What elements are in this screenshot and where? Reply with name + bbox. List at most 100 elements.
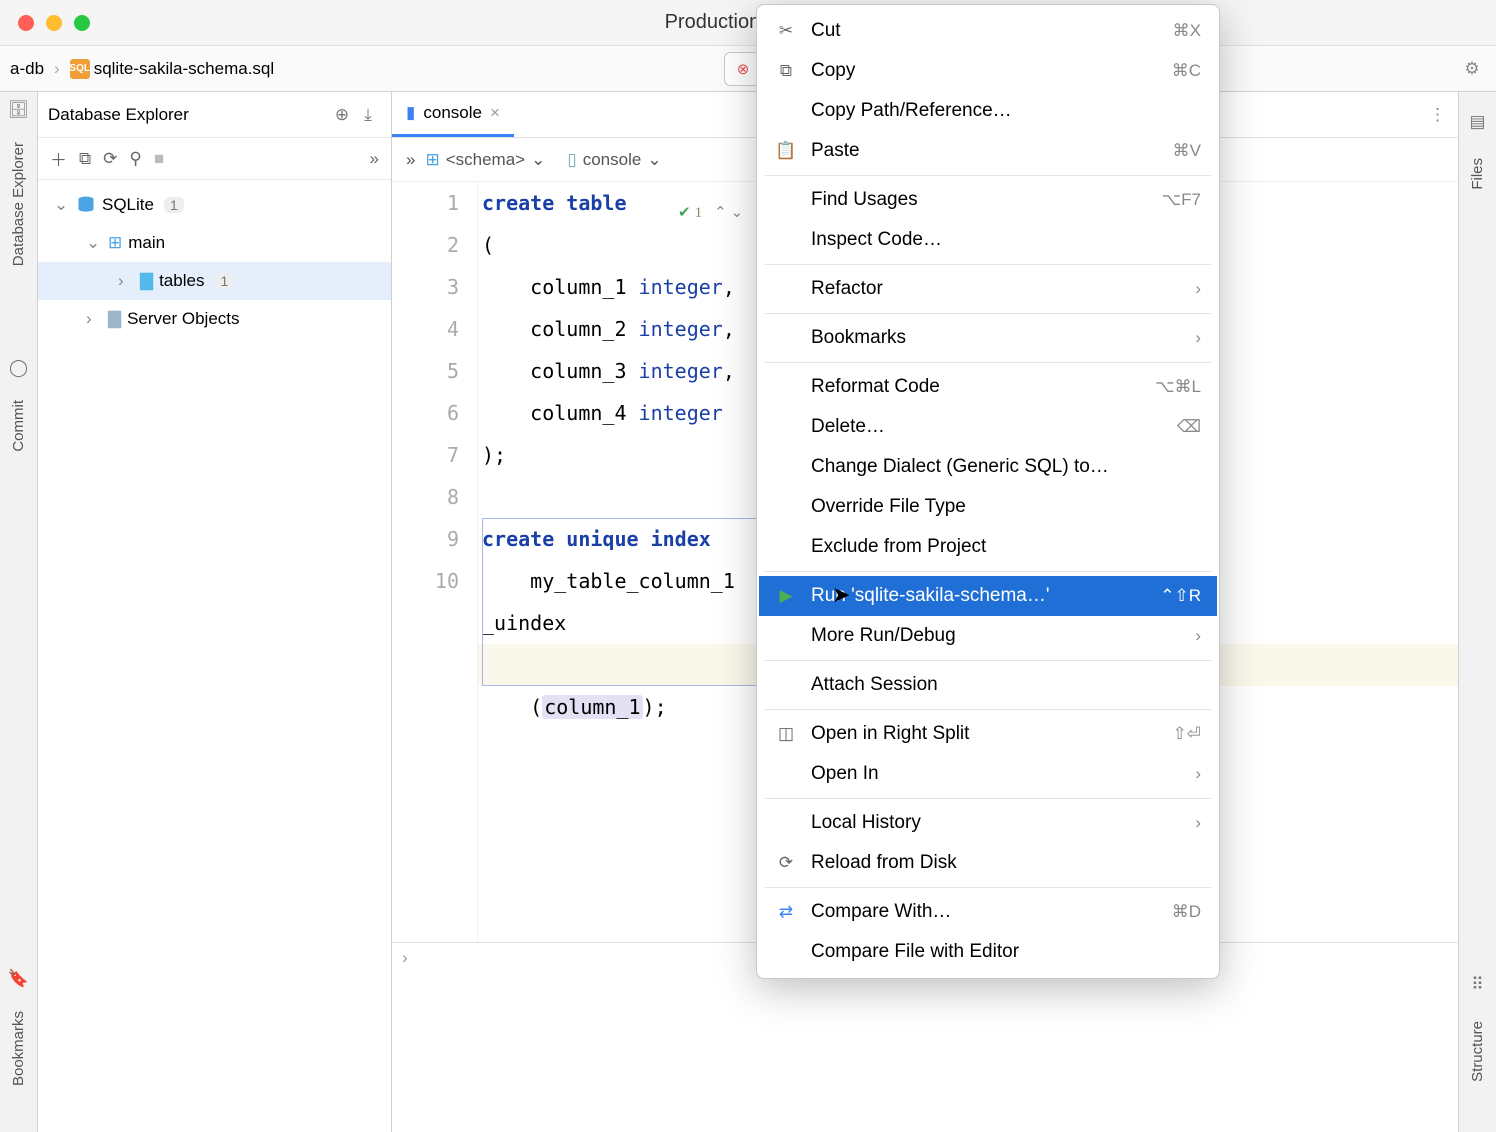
breadcrumb: a-db › SQL sqlite-sakila-schema.sql xyxy=(10,59,274,79)
database-icon[interactable]: 🗄 xyxy=(8,100,30,120)
run-icon: ▶ xyxy=(775,586,797,606)
menu-reformat[interactable]: Reformat Code⌥⌘L xyxy=(759,367,1217,407)
tab-console[interactable]: ▮ console × xyxy=(392,92,514,137)
structure-icon[interactable]: ⠿ xyxy=(1471,975,1483,995)
schema-icon: ⊞ xyxy=(108,233,122,253)
tree-schema[interactable]: ⌄ ⊞ main xyxy=(38,224,391,262)
menu-paste[interactable]: 📋Paste⌘V xyxy=(759,131,1217,171)
left-tool-rail: 🗄 Database Explorer ◯ Commit 🔖 Bookmarks xyxy=(0,92,38,1132)
chevron-right-icon: › xyxy=(1195,813,1201,833)
title-bar: Production – console xyxy=(0,0,1496,46)
chevron-right-icon: › xyxy=(118,271,134,291)
count-badge: 1 xyxy=(214,273,234,289)
schema-selector[interactable]: ⊞ <schema> ⌄ xyxy=(425,150,545,170)
cut-icon: ✂ xyxy=(775,21,797,41)
inspection-badge[interactable]: ✔1 ⌃ ⌄ xyxy=(678,192,743,234)
backspace-icon: ⌫ xyxy=(1177,417,1201,437)
chevron-right-icon: › xyxy=(86,309,102,329)
new-icon[interactable]: ＋ xyxy=(50,146,67,171)
navigation-bar: a-db › SQL sqlite-sakila-schema.sql ⊗ sq… xyxy=(0,46,1496,92)
add-icon[interactable]: ⊕ xyxy=(329,102,355,128)
right-rail-tab[interactable]: Structure xyxy=(1469,1021,1486,1082)
more-icon[interactable]: » xyxy=(370,149,379,169)
folder-icon: ▇ xyxy=(108,309,121,329)
copy-icon: ⧉ xyxy=(775,61,797,81)
reload-icon: ⟳ xyxy=(775,853,797,873)
menu-reload[interactable]: ⟳Reload from Disk xyxy=(759,843,1217,883)
menu-local-history[interactable]: Local History› xyxy=(759,803,1217,843)
sql-file-badge-icon: ⊗ xyxy=(737,60,750,78)
files-icon[interactable]: ▤ xyxy=(1469,112,1485,132)
menu-run[interactable]: ▶Run 'sqlite-sakila-schema…'⌃⇧R xyxy=(759,576,1217,616)
menu-compare-with[interactable]: ⇄Compare With…⌘D xyxy=(759,892,1217,932)
left-rail-tab[interactable]: Database Explorer xyxy=(10,142,27,266)
settings-icon[interactable]: ⚙ xyxy=(1458,59,1486,79)
more-tabs-icon[interactable]: ⋮ xyxy=(1429,105,1458,125)
close-tab-icon[interactable]: × xyxy=(490,103,500,123)
menu-open-right-split[interactable]: ◫Open in Right Split⇧⏎ xyxy=(759,714,1217,754)
tree-server-objects[interactable]: › ▇ Server Objects xyxy=(38,300,391,338)
left-rail-tab[interactable]: Bookmarks xyxy=(10,1011,27,1086)
chevron-right-icon: › xyxy=(54,59,60,79)
menu-delete[interactable]: Delete…⌫ xyxy=(759,407,1217,447)
menu-copy[interactable]: ⧉Copy⌘C xyxy=(759,51,1217,91)
menu-compare-editor[interactable]: Compare File with Editor xyxy=(759,932,1217,972)
breadcrumb-more-icon[interactable]: » xyxy=(406,150,415,170)
folder-icon: ▇ xyxy=(140,271,153,291)
commit-icon[interactable]: ◯ xyxy=(9,358,28,378)
chevron-right-icon: › xyxy=(1195,279,1201,299)
database-icon xyxy=(76,195,96,215)
chevron-down-icon: ⌄ xyxy=(647,150,661,170)
menu-more-run-debug[interactable]: More Run/Debug› xyxy=(759,616,1217,656)
right-tool-rail: ▤ Files ⠿ Structure xyxy=(1458,92,1496,1132)
maximize-window-button[interactable] xyxy=(74,15,90,31)
chevron-down-icon: ⌄ xyxy=(86,233,102,253)
menu-open-in[interactable]: Open In› xyxy=(759,754,1217,794)
chevron-right-icon[interactable]: › xyxy=(402,948,408,968)
chevron-down-icon: ⌄ xyxy=(54,195,70,215)
refresh-icon[interactable]: ⟳ xyxy=(103,149,117,169)
compare-icon: ⇄ xyxy=(775,902,797,922)
paste-icon: 📋 xyxy=(775,141,797,161)
chevron-right-icon: › xyxy=(1195,764,1201,784)
split-icon: ◫ xyxy=(775,724,797,744)
line-gutter: 123 456 789 10 xyxy=(392,182,478,942)
menu-exclude[interactable]: Exclude from Project xyxy=(759,527,1217,567)
close-window-button[interactable] xyxy=(18,15,34,31)
bookmark-icon[interactable]: 🔖 xyxy=(8,969,29,989)
chevron-right-icon: › xyxy=(1195,626,1201,646)
schema-icon: ⊞ xyxy=(425,150,439,170)
db-toolbar: ＋ ⧉ ⟳ ⚲ ■ » xyxy=(38,138,391,180)
menu-cut[interactable]: ✂Cut⌘X xyxy=(759,11,1217,51)
right-rail-tab[interactable]: Files xyxy=(1469,158,1486,190)
menu-refactor[interactable]: Refactor› xyxy=(759,269,1217,309)
count-badge: 1 xyxy=(164,197,184,213)
session-selector[interactable]: ▯ console ⌄ xyxy=(567,150,661,170)
database-tree: ⌄ SQLite 1 ⌄ ⊞ main › ▇ tables 1 › ▇ Ser… xyxy=(38,180,391,344)
chevron-down-icon: ⌄ xyxy=(531,150,545,170)
panel-title: Database Explorer xyxy=(48,105,329,125)
stop-icon[interactable]: ■ xyxy=(154,149,164,169)
filter-icon[interactable]: ⚲ xyxy=(129,149,141,169)
minimize-window-button[interactable] xyxy=(46,15,62,31)
menu-copy-path[interactable]: Copy Path/Reference… xyxy=(759,91,1217,131)
menu-change-dialect[interactable]: Change Dialect (Generic SQL) to… xyxy=(759,447,1217,487)
tree-datasource[interactable]: ⌄ SQLite 1 xyxy=(38,186,391,224)
context-menu: ✂Cut⌘X ⧉Copy⌘C Copy Path/Reference… 📋Pas… xyxy=(756,4,1220,979)
breadcrumb-item[interactable]: SQL sqlite-sakila-schema.sql xyxy=(70,59,274,79)
chevron-right-icon: › xyxy=(1195,328,1201,348)
chevron-down-icon: ⌄ xyxy=(731,192,744,234)
left-rail-tab[interactable]: Commit xyxy=(10,400,27,452)
window-controls xyxy=(0,15,90,31)
chevron-up-icon: ⌃ xyxy=(714,192,727,234)
menu-bookmarks[interactable]: Bookmarks› xyxy=(759,318,1217,358)
tree-tables[interactable]: › ▇ tables 1 xyxy=(38,262,391,300)
database-explorer-panel: Database Explorer ⊕ ⤓ ＋ ⧉ ⟳ ⚲ ■ » ⌄ SQLi… xyxy=(38,92,392,1132)
menu-find-usages[interactable]: Find Usages⌥F7 xyxy=(759,180,1217,220)
collapse-icon[interactable]: ⤓ xyxy=(355,102,381,128)
menu-attach-session[interactable]: Attach Session xyxy=(759,665,1217,705)
copy-icon[interactable]: ⧉ xyxy=(79,149,91,169)
breadcrumb-item[interactable]: a-db xyxy=(10,59,44,79)
menu-inspect-code[interactable]: Inspect Code… xyxy=(759,220,1217,260)
menu-override-filetype[interactable]: Override File Type xyxy=(759,487,1217,527)
